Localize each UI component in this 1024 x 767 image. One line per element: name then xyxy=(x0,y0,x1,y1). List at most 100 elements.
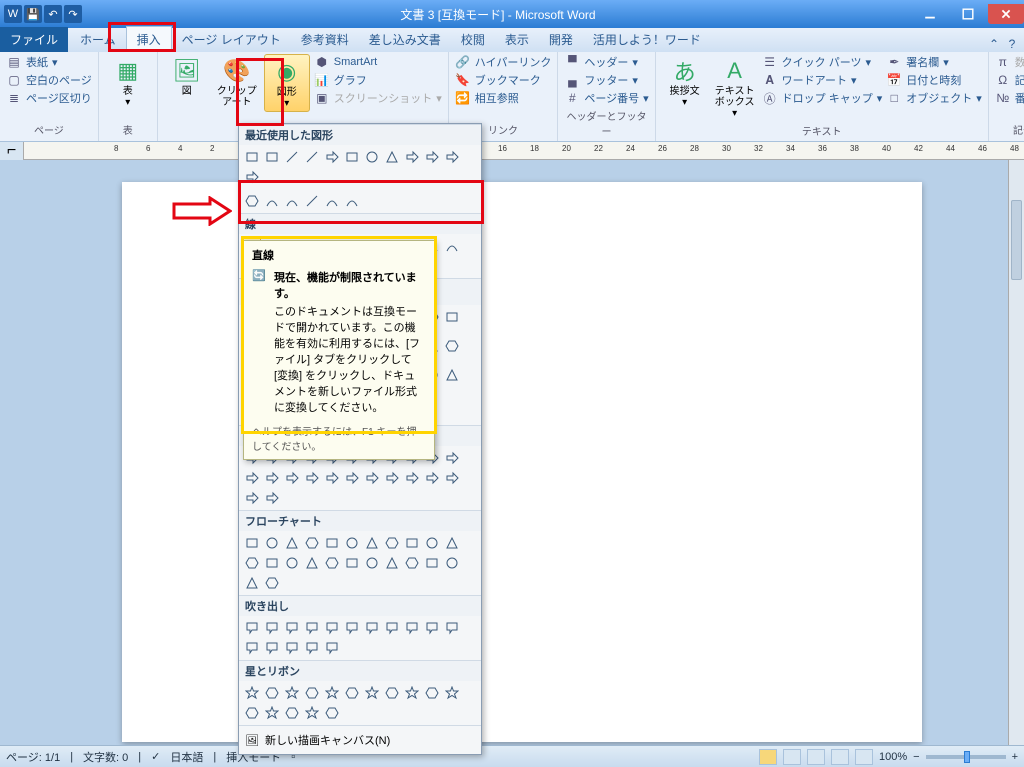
shape-item[interactable] xyxy=(263,469,281,487)
shape-item[interactable] xyxy=(243,639,261,657)
shape-item[interactable] xyxy=(443,619,461,637)
shape-item[interactable] xyxy=(323,148,341,166)
shape-item[interactable] xyxy=(263,148,281,166)
blank-page-button[interactable]: ▢空白のページ xyxy=(6,72,92,88)
proofing-icon[interactable]: ✓ xyxy=(151,750,160,763)
shape-item[interactable] xyxy=(383,684,401,702)
help-icon[interactable]: ? xyxy=(1004,36,1020,52)
shape-item[interactable] xyxy=(443,148,461,166)
crossref-button[interactable]: 🔁相互参照 xyxy=(455,90,552,106)
shape-item[interactable] xyxy=(263,554,281,572)
shape-item[interactable] xyxy=(343,469,361,487)
shape-item[interactable] xyxy=(443,366,461,384)
symbol-button[interactable]: Ω記号と特殊文字 ▾ xyxy=(995,72,1024,88)
wordart-button[interactable]: 𝐀ワードアート ▾ xyxy=(762,72,883,88)
shape-item[interactable] xyxy=(263,574,281,592)
shape-item[interactable] xyxy=(443,554,461,572)
redo-icon[interactable]: ↷ xyxy=(64,5,82,23)
picture-button[interactable]: 🖼図 xyxy=(164,54,210,99)
view-web-icon[interactable] xyxy=(807,749,825,765)
tab-view[interactable]: 表示 xyxy=(495,27,539,52)
shape-item[interactable] xyxy=(423,684,441,702)
shape-item[interactable] xyxy=(403,534,421,552)
shape-item[interactable] xyxy=(283,554,301,572)
shape-item[interactable] xyxy=(303,534,321,552)
tab-mailings[interactable]: 差し込み文書 xyxy=(359,27,451,52)
status-lang[interactable]: 日本語 xyxy=(170,749,203,765)
vertical-scrollbar[interactable] xyxy=(1008,160,1024,745)
ruler-corner[interactable]: ⌐ xyxy=(0,142,24,160)
minimize-button[interactable] xyxy=(912,4,948,24)
view-print-layout-icon[interactable] xyxy=(759,749,777,765)
zoom-out-icon[interactable]: − xyxy=(913,751,919,763)
shape-item[interactable] xyxy=(363,534,381,552)
screenshot-button[interactable]: ▣スクリーンショット ▾ xyxy=(314,90,442,106)
shape-item[interactable] xyxy=(363,684,381,702)
quickparts-button[interactable]: ☰クイック パーツ ▾ xyxy=(762,54,883,70)
shape-item[interactable] xyxy=(263,639,281,657)
shape-item[interactable] xyxy=(243,684,261,702)
shape-item[interactable] xyxy=(423,148,441,166)
shape-item[interactable] xyxy=(443,337,461,355)
shape-item[interactable] xyxy=(323,554,341,572)
shape-item[interactable] xyxy=(343,534,361,552)
shape-item[interactable] xyxy=(303,554,321,572)
header-button[interactable]: ▀ヘッダー ▾ xyxy=(564,54,648,70)
tab-references[interactable]: 参考資料 xyxy=(291,27,359,52)
shape-item[interactable] xyxy=(303,469,321,487)
word-icon[interactable]: W xyxy=(4,5,22,23)
status-words[interactable]: 文字数: 0 xyxy=(83,749,128,765)
equation-button[interactable]: π数式 ▾ xyxy=(995,54,1024,70)
textbox-button[interactable]: Aテキストボックス ▾ xyxy=(712,54,758,121)
object-button[interactable]: □オブジェクト ▾ xyxy=(886,90,982,106)
shape-item[interactable] xyxy=(243,704,261,722)
shape-item[interactable] xyxy=(403,554,421,572)
shape-item[interactable] xyxy=(323,469,341,487)
shape-item[interactable] xyxy=(303,619,321,637)
view-outline-icon[interactable] xyxy=(831,749,849,765)
save-icon[interactable]: 💾 xyxy=(24,5,42,23)
shape-item[interactable] xyxy=(363,469,381,487)
maximize-button[interactable] xyxy=(950,4,986,24)
shape-item[interactable] xyxy=(383,554,401,572)
shape-item[interactable] xyxy=(443,308,461,326)
number-button[interactable]: №番号 xyxy=(995,90,1024,106)
close-button[interactable] xyxy=(988,4,1024,24)
datetime-button[interactable]: 📅日付と時刻 xyxy=(886,72,982,88)
new-canvas-item[interactable]: 🖼新しい描画キャンバス(N) xyxy=(239,725,481,754)
shape-item[interactable] xyxy=(283,684,301,702)
shape-item[interactable] xyxy=(443,237,461,255)
shape-item[interactable] xyxy=(303,704,321,722)
shape-item[interactable] xyxy=(383,619,401,637)
shape-item[interactable] xyxy=(323,534,341,552)
scrollbar-thumb[interactable] xyxy=(1011,200,1022,280)
shape-item[interactable] xyxy=(263,489,281,507)
shape-item[interactable] xyxy=(423,469,441,487)
signature-button[interactable]: ✒署名欄 ▾ xyxy=(886,54,982,70)
shape-item[interactable] xyxy=(283,704,301,722)
shape-item[interactable] xyxy=(383,534,401,552)
shape-item[interactable] xyxy=(303,639,321,657)
view-draft-icon[interactable] xyxy=(855,749,873,765)
shape-item[interactable] xyxy=(243,148,261,166)
shape-item[interactable] xyxy=(383,148,401,166)
shape-item[interactable] xyxy=(263,684,281,702)
zoom-knob[interactable] xyxy=(964,751,970,763)
view-fullscreen-icon[interactable] xyxy=(783,749,801,765)
shape-item[interactable] xyxy=(303,684,321,702)
shape-item[interactable] xyxy=(443,449,461,467)
shape-item[interactable] xyxy=(363,554,381,572)
hyperlink-button[interactable]: 🔗ハイパーリンク xyxy=(455,54,552,70)
undo-icon[interactable]: ↶ xyxy=(44,5,62,23)
bookmark-button[interactable]: 🔖ブックマーク xyxy=(455,72,552,88)
shape-item[interactable] xyxy=(263,704,281,722)
shape-item[interactable] xyxy=(323,704,341,722)
shape-item[interactable] xyxy=(423,619,441,637)
zoom-slider[interactable] xyxy=(926,755,1006,759)
shape-item[interactable] xyxy=(263,619,281,637)
shape-item[interactable] xyxy=(303,148,321,166)
shape-item[interactable] xyxy=(443,469,461,487)
shape-item[interactable] xyxy=(243,619,261,637)
shape-item[interactable] xyxy=(343,619,361,637)
zoom-in-icon[interactable]: + xyxy=(1012,751,1018,763)
